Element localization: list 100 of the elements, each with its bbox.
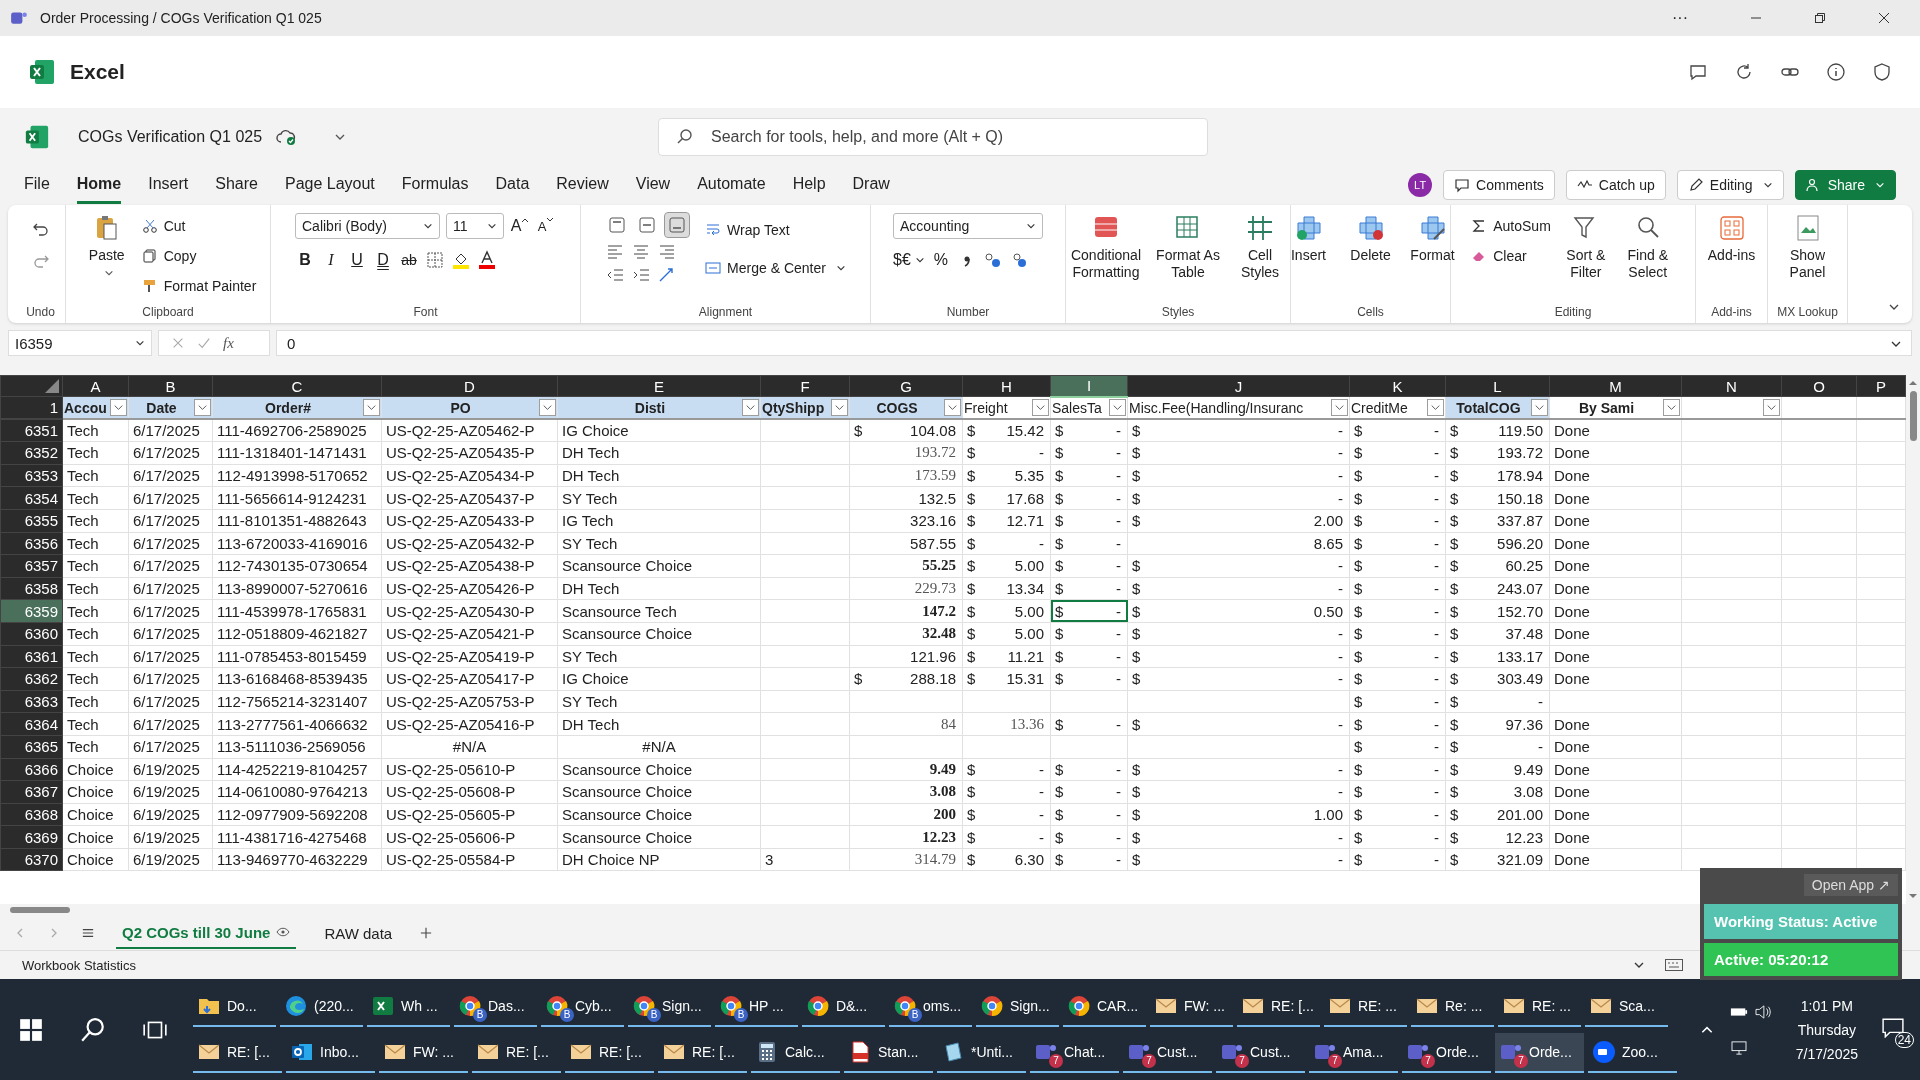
catch-up-button[interactable]: Catch up (1565, 170, 1666, 200)
column-header[interactable]: J (1127, 375, 1350, 397)
add-ins-button[interactable]: Add-ins (1704, 213, 1759, 264)
row-header[interactable]: 6361 (0, 645, 63, 668)
row-header[interactable]: 6356 (0, 532, 63, 555)
strikethrough-button[interactable]: ab (399, 247, 419, 273)
taskbar-button[interactable]: Wh ... (367, 986, 450, 1027)
conditional-formatting-button[interactable]: Conditional Formatting (1069, 213, 1143, 281)
insert-function-button[interactable]: fx (223, 334, 234, 352)
column-header[interactable]: L (1445, 375, 1550, 397)
column-header[interactable]: G (849, 375, 963, 397)
bold-button[interactable]: B (295, 247, 315, 273)
ribbon-tab[interactable]: Insert (148, 166, 189, 204)
taskbar-button[interactable]: RE: [... (565, 1032, 654, 1073)
ribbon-tab[interactable]: Review (556, 166, 609, 204)
merge-center-button[interactable]: Merge & Center (705, 255, 846, 281)
delete-cells-button[interactable]: Delete (1343, 213, 1398, 264)
autosum-button[interactable]: AutoSum (1471, 213, 1551, 239)
clear-button[interactable]: Clear (1471, 243, 1551, 269)
row-header[interactable]: 6353 (0, 464, 63, 487)
document-name[interactable]: COGs Verification Q1 025 (78, 127, 263, 146)
number-format-select[interactable]: Accounting (893, 213, 1043, 239)
cut-button[interactable]: Cut (141, 213, 257, 239)
taskbar-button[interactable]: B oms... (889, 986, 972, 1027)
column-header[interactable]: M (1549, 375, 1682, 397)
status-text[interactable]: Workbook Statistics (22, 957, 136, 973)
percent-button[interactable]: % (930, 247, 951, 273)
format-cells-button[interactable]: Format (1405, 213, 1460, 264)
open-app-link[interactable]: Open App ↗ (1803, 874, 1898, 896)
taskbar-button[interactable]: RE: [... (193, 1032, 282, 1073)
ribbon-tab[interactable]: Automate (697, 166, 766, 204)
taskbar-button[interactable]: RE: ... (1498, 986, 1581, 1027)
taskbar-button[interactable]: *Unti... (937, 1032, 1026, 1073)
ribbon-tab[interactable]: View (635, 166, 671, 204)
taskbar-button[interactable]: FW: ... (379, 1032, 468, 1073)
clock-day[interactable]: Thursday (1797, 1021, 1857, 1038)
ribbon-tab[interactable]: Formulas (401, 166, 469, 204)
share-button[interactable]: Share (1794, 170, 1896, 200)
row-header[interactable]: 6358 (0, 577, 63, 600)
row-header[interactable]: 6354 (0, 486, 63, 510)
user-avatar[interactable]: LT (1408, 173, 1433, 197)
taskbar-button[interactable]: (220... (280, 986, 363, 1027)
taskbar-button[interactable]: B Cyb... (541, 986, 624, 1027)
taskbar-button[interactable]: Sca... (1585, 986, 1668, 1027)
sheet-tab[interactable]: RAW data (318, 918, 399, 948)
show-panel-button[interactable]: Show Panel (1780, 213, 1835, 281)
font-family-select[interactable]: Calibri (Body) (295, 213, 440, 239)
copy-button[interactable]: Copy (141, 243, 257, 269)
taskbar-button[interactable]: Zoo... (1588, 1032, 1677, 1073)
row-header[interactable]: 6352 (0, 441, 63, 465)
taskbar-button[interactable]: 7 Orde... (1402, 1032, 1491, 1073)
row-header[interactable]: 6368 (0, 803, 63, 826)
ribbon-tab[interactable]: Help (792, 166, 826, 204)
row-header[interactable]: 6366 (0, 758, 63, 781)
taskbar-button[interactable]: Sign... (976, 986, 1059, 1027)
row-header[interactable]: 6359 (0, 599, 63, 623)
ribbon-tab[interactable]: Share (215, 166, 258, 204)
ribbon-tab[interactable]: File (24, 166, 50, 204)
row-header[interactable]: 6369 (0, 825, 63, 849)
paste-button[interactable]: Paste (79, 213, 134, 278)
column-header[interactable]: A (62, 375, 129, 397)
italic-button[interactable]: I (321, 247, 341, 273)
formula-field[interactable]: 0 (276, 330, 1912, 356)
row-header[interactable]: 1 (0, 396, 63, 420)
taskbar-button[interactable]: Calc... (751, 1032, 840, 1073)
search-field[interactable]: Search for tools, help, and more (Alt + Q) (658, 118, 1208, 156)
taskbar-button[interactable]: B Das... (454, 986, 537, 1027)
name-box[interactable]: I6359 (8, 330, 152, 356)
taskbar-button[interactable]: RE: [... (1237, 986, 1320, 1027)
column-header[interactable]: C (212, 375, 382, 397)
taskbar-button[interactable]: Stan... (844, 1032, 933, 1073)
more-button[interactable]: ··· (1672, 9, 1688, 27)
row-header[interactable]: 6364 (0, 712, 63, 736)
row-header[interactable]: 6357 (0, 554, 63, 578)
row-header[interactable]: 6351 (0, 419, 63, 442)
column-header[interactable]: E (557, 375, 761, 397)
sheet-tab[interactable]: Q2 COGs till 30 June (116, 917, 297, 949)
column-header[interactable]: F (760, 375, 850, 397)
column-header[interactable]: O (1781, 375, 1857, 397)
row-header[interactable]: 6367 (0, 780, 63, 804)
taskbar-button[interactable]: RE: ... (1324, 986, 1407, 1027)
taskbar-button[interactable]: RE: [... (472, 1032, 561, 1073)
clock-time[interactable]: 1:01 PM (1800, 997, 1853, 1014)
find-select-button[interactable]: Find & Select (1620, 213, 1675, 281)
sort-filter-button[interactable]: Sort & Filter (1558, 213, 1613, 281)
grow-font-button[interactable]: A (510, 213, 530, 239)
shrink-font-button[interactable]: A (536, 213, 556, 239)
ribbon-tab[interactable]: Data (495, 166, 530, 204)
row-header[interactable]: 6370 (0, 848, 63, 871)
column-header[interactable]: D (381, 375, 558, 397)
taskbar-button[interactable]: Inbo... (286, 1032, 375, 1073)
taskbar-button[interactable]: 7 Chat... (1030, 1032, 1119, 1073)
format-painter-button[interactable]: Format Painter (141, 273, 257, 299)
comments-button[interactable]: Comments (1443, 170, 1555, 200)
taskbar-button[interactable]: 7 Cust... (1123, 1032, 1212, 1073)
row-header[interactable]: 6362 (0, 667, 63, 691)
row-header[interactable]: 6355 (0, 509, 63, 533)
column-header[interactable]: K (1349, 375, 1446, 397)
taskbar-button[interactable]: CAR... (1063, 986, 1146, 1027)
column-header[interactable]: H (962, 375, 1051, 397)
